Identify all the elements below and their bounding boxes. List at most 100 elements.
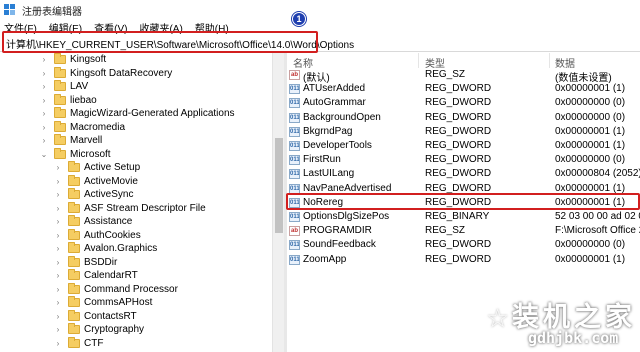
expand-chevron-icon[interactable]: › <box>54 298 62 307</box>
expand-chevron-icon[interactable]: › <box>54 244 62 253</box>
tree-item[interactable]: › MagicWizard-Generated Applications <box>40 107 235 121</box>
folder-icon <box>68 242 80 254</box>
tree-scrollbar-thumb[interactable] <box>275 138 283 233</box>
tree-item[interactable]: › ActiveSync <box>54 188 133 202</box>
value-data: 0x00000000 (0) <box>555 154 626 166</box>
tree-item[interactable]: › Kingsoft DataRecovery <box>40 66 172 81</box>
tree-item[interactable]: › CalendarRT <box>54 269 138 283</box>
tree-item[interactable]: › Assistance <box>54 215 132 229</box>
value-name: BackgroundOpen <box>303 111 381 123</box>
tree-item[interactable]: › Command Processor <box>54 282 178 297</box>
tree-item-label: Assistance <box>84 216 133 228</box>
tree-item[interactable]: › AuthCookies <box>54 228 141 243</box>
value-row[interactable]: ab (默认) REG_SZ (数值未设置) <box>287 68 640 84</box>
tree-item[interactable]: › ActiveMovie <box>54 174 138 189</box>
value-row[interactable]: 011 AutoGrammar REG_DWORD 0x00000000 (0) <box>287 96 640 110</box>
expand-chevron-icon[interactable]: › <box>54 258 62 267</box>
value-name: OptionsDlgSizePos <box>303 211 390 222</box>
value-data: 0x00000001 (1) <box>555 182 626 194</box>
tree-item[interactable]: › ContactsRT <box>54 309 137 324</box>
expand-chevron-icon[interactable]: › <box>54 163 62 172</box>
expand-chevron-icon[interactable]: › <box>54 231 62 240</box>
binary-value-icon: 011 <box>289 126 300 137</box>
tree-item[interactable]: › Kingsoft <box>40 53 106 67</box>
tree-item[interactable]: › LAV <box>40 80 88 94</box>
binary-value-icon: 011 <box>289 84 300 95</box>
expand-chevron-icon[interactable]: › <box>40 82 48 91</box>
tree-item-label: BSDDir <box>84 256 118 268</box>
tree-item[interactable]: › CTF <box>54 336 103 351</box>
expand-chevron-icon[interactable]: › <box>54 325 62 334</box>
value-row[interactable]: abPROGRAMDIR REG_SZ F:\Microsoft Office 20 <box>287 224 640 238</box>
expand-chevron-icon[interactable]: › <box>54 312 62 321</box>
expand-chevron-icon[interactable]: › <box>40 136 48 145</box>
binary-value-icon: 011 <box>289 212 300 222</box>
value-row[interactable]: 011 SoundFeedback REG_DWORD 0x00000000 (0) <box>287 238 640 252</box>
folder-icon <box>68 174 80 186</box>
expand-chevron-icon[interactable]: › <box>54 190 62 199</box>
value-row[interactable]: 011 BackgroundOpen REG_DWORD 0x00000000 (0) <box>287 111 640 125</box>
expand-chevron-icon[interactable]: › <box>54 271 62 280</box>
value-data: 0x00000804 (2052) <box>555 168 640 180</box>
expand-chevron-icon[interactable]: › <box>40 109 48 118</box>
value-type: REG_DWORD <box>425 125 492 137</box>
tree-item[interactable]: › CommsAPHost <box>54 296 152 310</box>
expand-chevron-icon[interactable]: › <box>54 339 62 348</box>
tree-item-label: ActiveMovie <box>84 175 138 187</box>
value-row[interactable]: 011 BkgrndPag REG_DWORD 0x00000001 (1) <box>287 125 640 139</box>
value-type: REG_SZ <box>425 225 466 237</box>
value-data: 52 03 00 00 ad 02 00 <box>555 211 640 222</box>
tree-item[interactable]: › ASF Stream Descriptor File <box>54 201 206 216</box>
value-name: NavPaneAdvertised <box>303 182 392 194</box>
tree-item[interactable]: › liebao <box>40 93 97 108</box>
tree-item[interactable]: › Active Setup <box>54 161 140 175</box>
tree-item[interactable]: › Avalon.Graphics <box>54 242 157 256</box>
value-row[interactable]: 011 LastUILang REG_DWORD 0x00000804 (2052) <box>287 167 640 181</box>
binary-value-icon: 011 <box>289 169 300 180</box>
expand-chevron-icon[interactable]: ⌄ <box>40 150 48 159</box>
tree-scrollbar[interactable] <box>272 53 284 352</box>
value-name: FirstRun <box>303 154 341 166</box>
value-row[interactable]: 011 ZoomApp REG_DWORD 0x00000001 (1) <box>287 253 640 267</box>
tree-item[interactable]: › Cryptography <box>54 323 144 337</box>
expand-chevron-icon[interactable]: › <box>40 55 48 64</box>
value-data: 0x00000001 (1) <box>555 83 626 95</box>
value-name: ZoomApp <box>303 253 347 265</box>
value-data: F:\Microsoft Office 20 <box>555 225 640 237</box>
tree-item[interactable]: ⌄ Microsoft <box>40 147 111 162</box>
tree-item[interactable]: › Marvell <box>40 134 102 148</box>
tree-item-label: ActiveSync <box>84 189 134 201</box>
expand-chevron-icon[interactable]: › <box>40 69 48 78</box>
expand-chevron-icon[interactable]: › <box>40 123 48 132</box>
tree-item-label: Kingsoft <box>70 54 107 66</box>
value-row[interactable]: 011 DeveloperTools REG_DWORD 0x00000001 (1) <box>287 139 640 153</box>
tree-item-label: ContactsRT <box>84 310 137 322</box>
expand-chevron-icon[interactable]: › <box>54 217 62 226</box>
tree-item-label: Avalon.Graphics <box>84 243 158 255</box>
expand-chevron-icon[interactable]: › <box>54 285 62 294</box>
expand-chevron-icon[interactable]: › <box>54 204 62 213</box>
tree-item-label: CalendarRT <box>84 270 138 282</box>
tree-item-label: liebao <box>70 94 97 106</box>
folder-icon <box>54 66 66 78</box>
string-value-icon: ab <box>289 226 300 237</box>
value-name: DeveloperTools <box>303 140 372 151</box>
folder-icon <box>54 120 66 132</box>
value-row[interactable]: 011 OptionsDlgSizePos REG_BINARY 52 03 00 0… <box>287 210 640 224</box>
watermark-star-icon: ☆ <box>486 303 510 333</box>
folder-icon <box>68 215 80 227</box>
tree-item[interactable]: › BSDDir <box>54 255 118 270</box>
tree-item[interactable]: › Macromedia <box>40 120 125 135</box>
expand-chevron-icon[interactable]: › <box>40 96 48 105</box>
value-type: REG_DWORD <box>425 97 492 109</box>
step-badge: 1 <box>292 12 306 26</box>
expand-chevron-icon[interactable]: › <box>54 177 62 186</box>
value-row[interactable]: 011 FirstRun REG_DWORD 0x00000000 (0) <box>287 153 640 167</box>
key-tree[interactable]: › Kingsoft › Kingsoft DataRecovery › LAV › lieb… <box>0 53 272 352</box>
value-row[interactable]: 011 ATUserAdded REG_DWORD 0x00000001 (1) <box>287 82 640 96</box>
value-data: 0x00000000 (0) <box>555 111 626 123</box>
value-data: 0x00000001 (1) <box>555 125 626 137</box>
value-data: 0x00000001 (1) <box>555 253 626 265</box>
tree-item-label: Active Setup <box>84 162 141 174</box>
value-type: REG_DWORD <box>425 168 492 180</box>
